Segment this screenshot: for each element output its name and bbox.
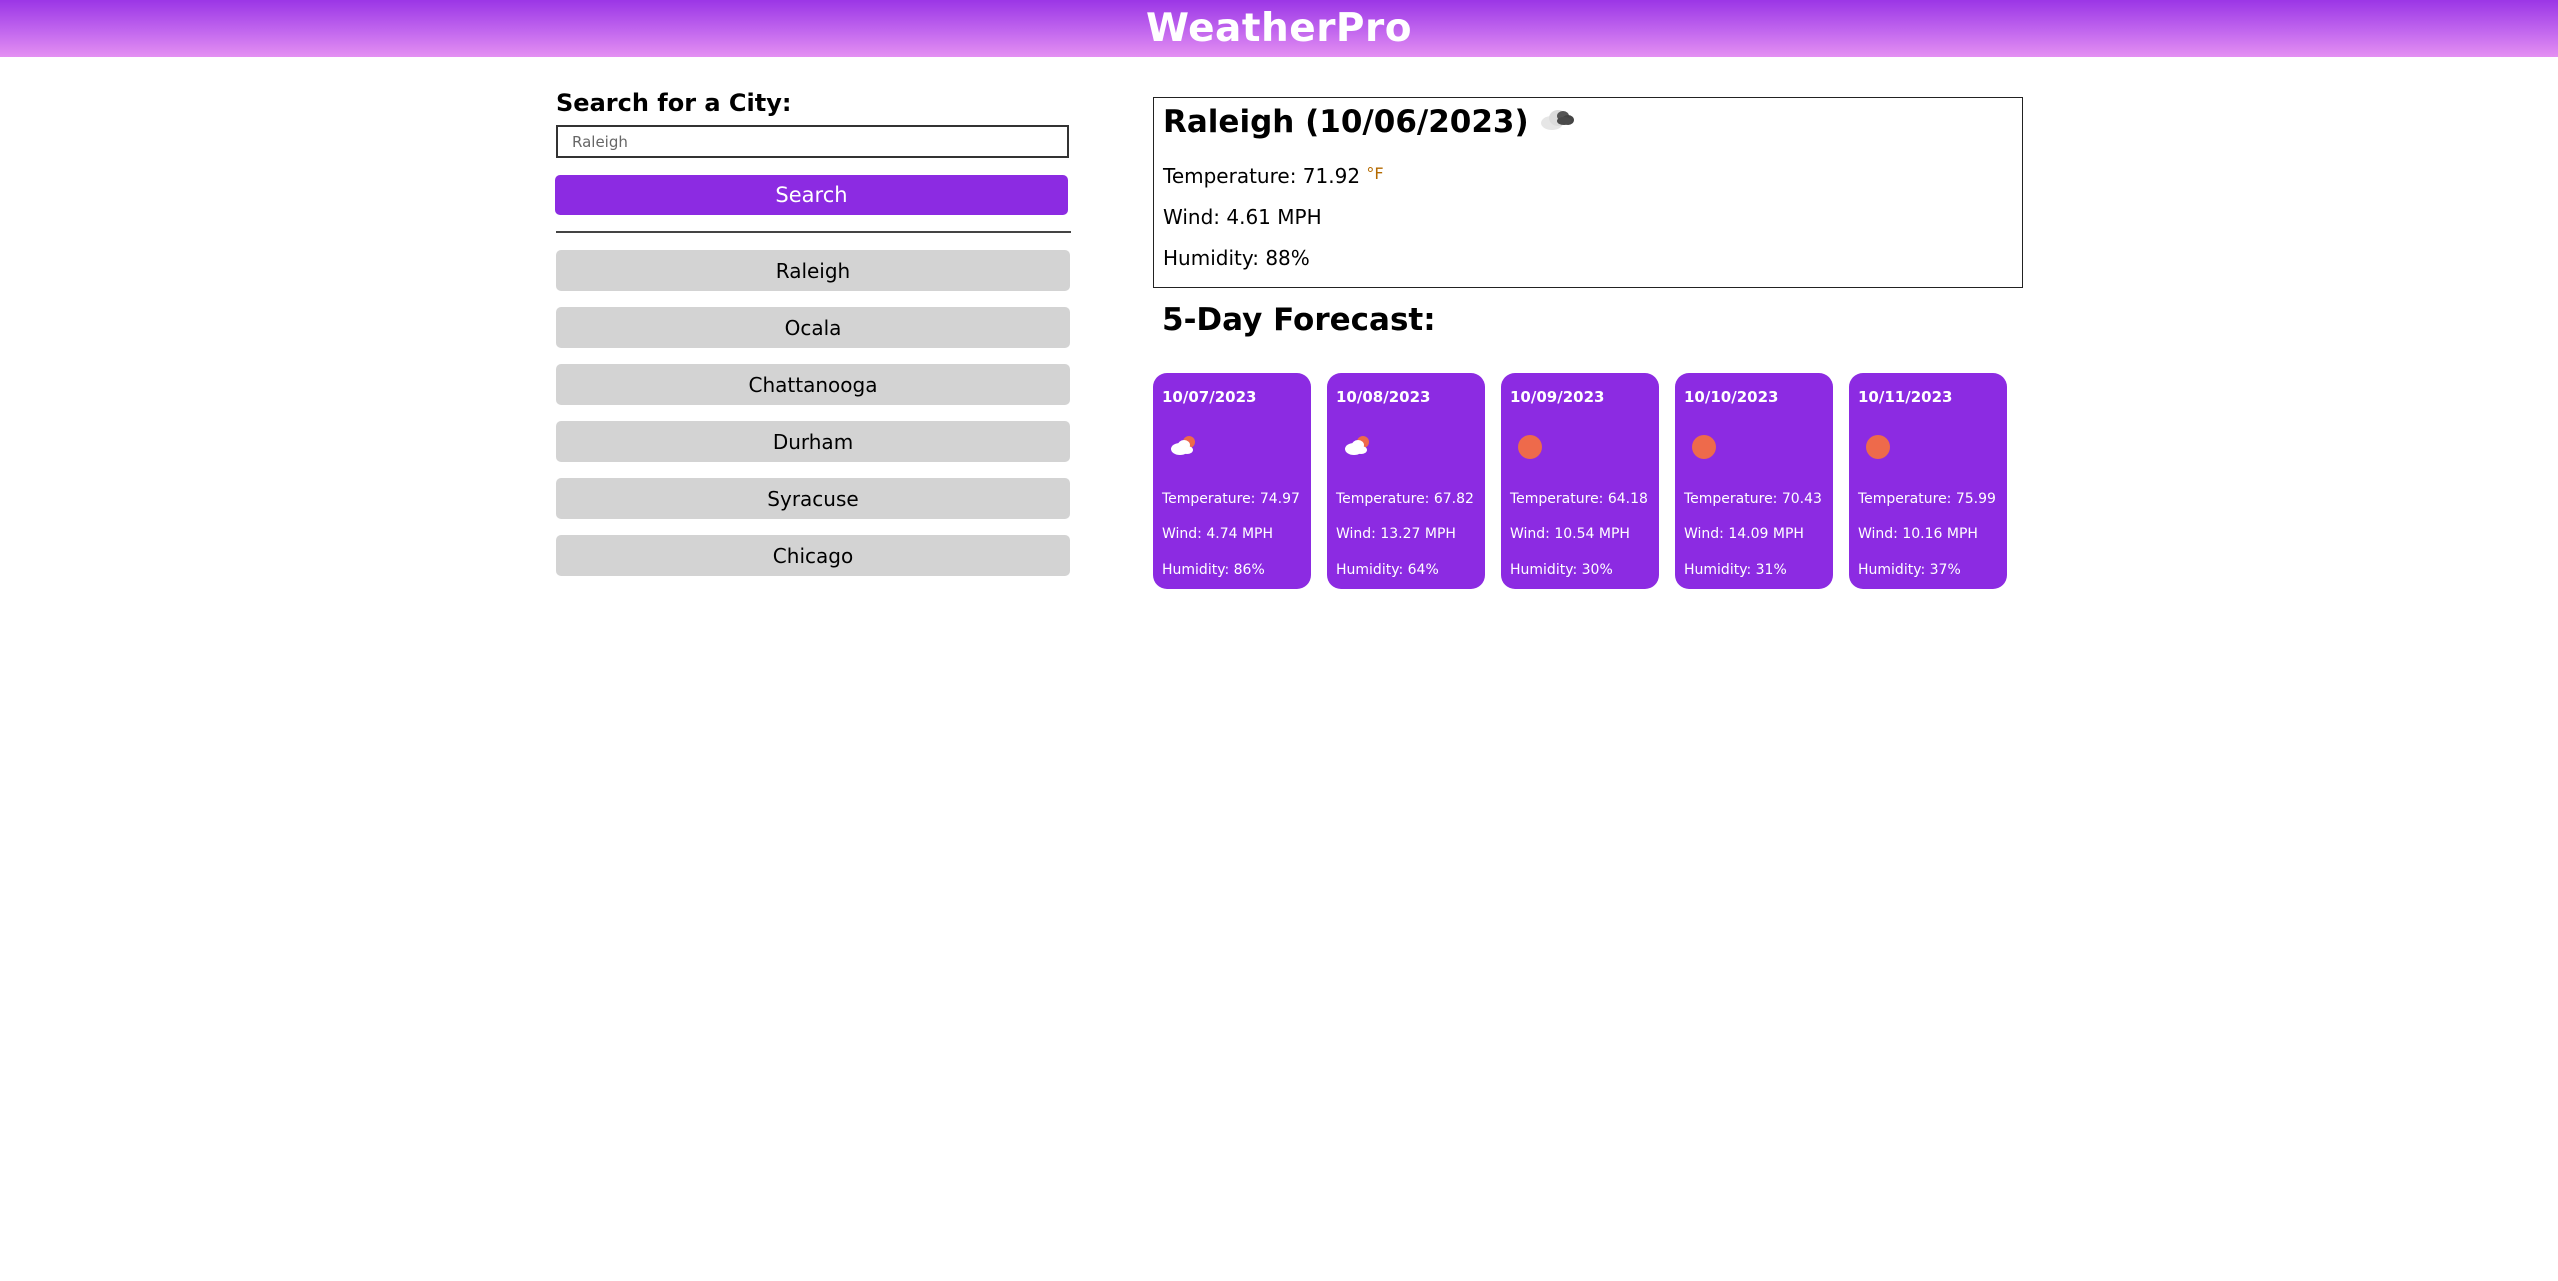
forecast-temperature: Temperature: 70.43 [1684, 491, 1822, 507]
current-weather-title: Raleigh (10/06/2023) [1163, 104, 1577, 140]
forecast-temperature: Temperature: 64.18 [1510, 491, 1648, 507]
forecast-card: 10/10/2023 Temperature: 70.43 Wind: 14.0… [1675, 373, 1833, 589]
forecast-humidity: Humidity: 37% [1858, 562, 1961, 578]
forecast-title: 5-Day Forecast: [1162, 302, 1436, 338]
search-label: Search for a City: [556, 89, 792, 117]
current-temperature-value: 71.92 [1302, 164, 1361, 188]
current-wind: Wind: 4.61 MPH [1163, 205, 1322, 229]
forecast-card: 10/11/2023 Temperature: 75.99 Wind: 10.1… [1849, 373, 2007, 589]
list-item: Chicago [556, 535, 1070, 576]
forecast-date: 10/08/2023 [1336, 388, 1431, 406]
sun-icon [1689, 431, 1723, 459]
forecast-temperature: Temperature: 74.97 [1162, 491, 1300, 507]
forecast-humidity: Humidity: 30% [1510, 562, 1613, 578]
forecast-card: 10/09/2023 Temperature: 64.18 Wind: 10.5… [1501, 373, 1659, 589]
history-button-chicago[interactable]: Chicago [556, 535, 1070, 576]
forecast-temperature: Temperature: 75.99 [1858, 491, 1996, 507]
app-title: WeatherPro [1145, 6, 1413, 51]
forecast-temperature: Temperature: 67.82 [1336, 491, 1474, 507]
forecast-wind: Wind: 13.27 MPH [1336, 526, 1456, 542]
divider [556, 231, 1071, 233]
forecast-wind: Wind: 14.09 MPH [1684, 526, 1804, 542]
list-item: Chattanooga [556, 364, 1070, 405]
current-weather-panel: Raleigh (10/06/2023) Temperature: 71.92 … [1153, 97, 2023, 288]
forecast-date: 10/10/2023 [1684, 388, 1779, 406]
app-header: WeatherPro [0, 0, 2558, 57]
forecast-date: 10/09/2023 [1510, 388, 1605, 406]
forecast-card: 10/07/2023 Temperature: 74.97 Wind: 4.74… [1153, 373, 1311, 589]
forecast-card: 10/08/2023 Temperature: 67.82 Wind: 13.2… [1327, 373, 1485, 589]
temperature-unit: °F [1366, 164, 1384, 183]
forecast-cards: 10/07/2023 Temperature: 74.97 Wind: 4.74… [1153, 373, 2007, 589]
forecast-date: 10/11/2023 [1858, 388, 1953, 406]
search-history-list: Raleigh Ocala Chattanooga Durham Syracus… [556, 250, 1070, 592]
sun-icon [1863, 431, 1897, 459]
forecast-wind: Wind: 4.74 MPH [1162, 526, 1274, 542]
history-button-syracuse[interactable]: Syracuse [556, 478, 1070, 519]
list-item: Ocala [556, 307, 1070, 348]
list-item: Syracuse [556, 478, 1070, 519]
forecast-wind: Wind: 10.16 MPH [1858, 526, 1978, 542]
current-temperature: Temperature: 71.92 °F [1163, 164, 1384, 188]
history-button-raleigh[interactable]: Raleigh [556, 250, 1070, 291]
list-item: Raleigh [556, 250, 1070, 291]
forecast-humidity: Humidity: 86% [1162, 562, 1265, 578]
city-search-input[interactable] [556, 125, 1069, 158]
cloudy-icon [1537, 104, 1577, 140]
partly-cloudy-icon [1167, 431, 1201, 459]
current-city-date: Raleigh (10/06/2023) [1163, 104, 1529, 140]
search-button[interactable]: Search [555, 175, 1068, 215]
sun-icon [1515, 431, 1549, 459]
forecast-wind: Wind: 10.54 MPH [1510, 526, 1630, 542]
list-item: Durham [556, 421, 1070, 462]
forecast-humidity: Humidity: 31% [1684, 562, 1787, 578]
history-button-chattanooga[interactable]: Chattanooga [556, 364, 1070, 405]
forecast-date: 10/07/2023 [1162, 388, 1257, 406]
history-button-ocala[interactable]: Ocala [556, 307, 1070, 348]
current-humidity: Humidity: 88% [1163, 246, 1310, 270]
forecast-humidity: Humidity: 64% [1336, 562, 1439, 578]
history-button-durham[interactable]: Durham [556, 421, 1070, 462]
partly-cloudy-icon [1341, 431, 1375, 459]
